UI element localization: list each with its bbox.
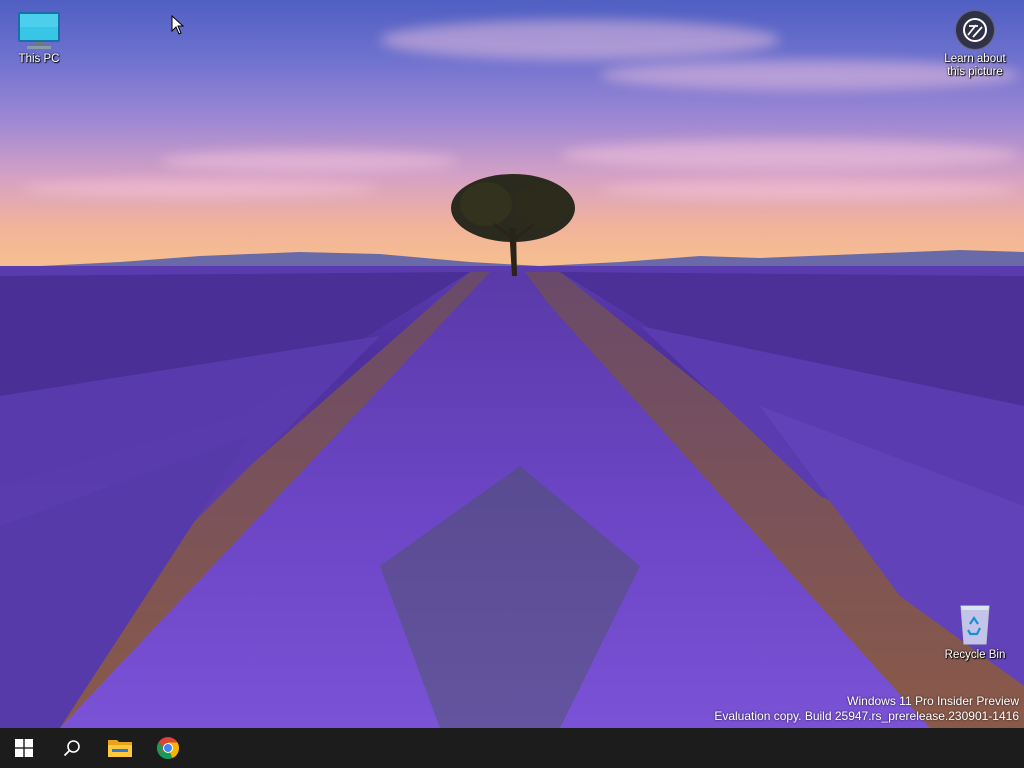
camera-shutter-icon — [955, 10, 995, 50]
tree — [451, 174, 575, 276]
file-explorer-icon — [108, 740, 132, 757]
mouse-cursor-icon — [171, 15, 185, 35]
chrome-icon — [157, 737, 179, 759]
evaluation-watermark: Windows 11 Pro Insider Preview Evaluatio… — [714, 694, 1019, 724]
search-button[interactable] — [48, 728, 96, 768]
this-pc-desktop-icon[interactable]: This PC — [0, 10, 78, 66]
monitor-icon — [18, 12, 60, 49]
watermark-line2: Evaluation copy. Build 25947.rs_prerelea… — [714, 709, 1019, 723]
start-button[interactable] — [0, 728, 48, 768]
learn-about-picture-desktop-icon[interactable]: Learn about this picture — [936, 10, 1014, 79]
recycle-bin-desktop-icon[interactable]: Recycle Bin — [936, 602, 1014, 662]
file-explorer-button[interactable] — [96, 728, 144, 768]
recycle-bin-label: Recycle Bin — [944, 649, 1006, 661]
windows-start-icon — [15, 739, 33, 757]
learn-line2: this picture — [947, 66, 1003, 78]
lavender-rows — [0, 272, 1024, 728]
desktop-wallpaper[interactable] — [0, 0, 1024, 728]
this-pc-label: This PC — [18, 53, 60, 65]
search-icon — [63, 740, 80, 757]
watermark-line1: Windows 11 Pro Insider Preview — [847, 694, 1019, 708]
taskbar — [0, 728, 1024, 768]
learn-line1: Learn about — [944, 53, 1006, 65]
chrome-button[interactable] — [144, 728, 192, 768]
recycle-bin-icon — [960, 605, 990, 645]
